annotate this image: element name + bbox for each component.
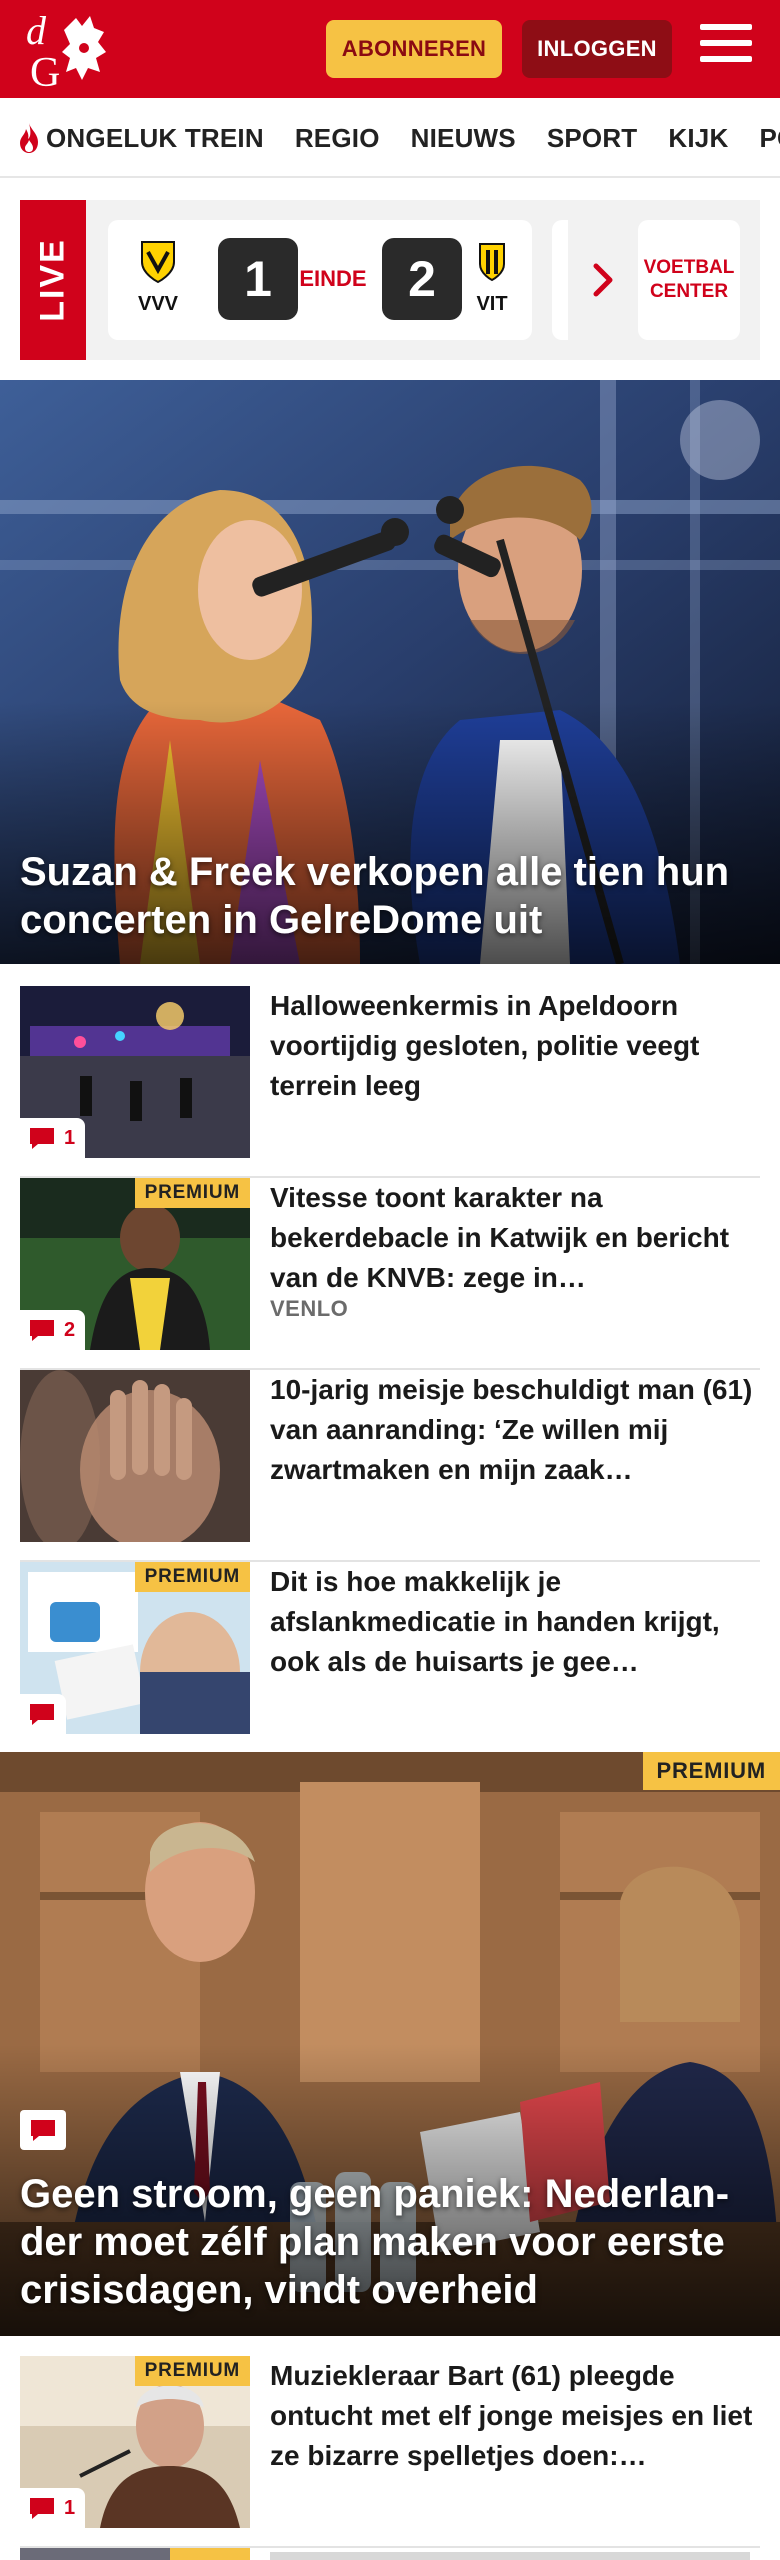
away-score: 2 [382,238,462,320]
menu-icon[interactable] [700,24,752,70]
premium-badge: PREMIUM [134,1178,250,1208]
article-thumbnail: PREMIUM [20,1562,250,1734]
live-score-bar: LIVE VVV 1 EINDE 2 VIT VOETBAL CENTER [20,200,760,360]
premium-badge: PREMIUM [134,2356,250,2386]
premium-badge: PREMIUM [134,1562,250,1592]
chevron-right-icon[interactable] [590,252,618,308]
svg-text:d: d [26,8,47,53]
away-team: VIT [462,240,522,316]
article-title[interactable]: Dit is hoe makkelijk je afslankmedicatie… [270,1562,760,1682]
article-tag[interactable]: VENLO [270,1296,348,1322]
subscribe-button[interactable]: ABONNEREN [326,20,502,78]
away-team-abbr: VIT [476,293,508,315]
vvv-crest-icon [141,241,175,284]
feature-article[interactable]: PREMIUM Geen stroom, geen paniek: Nederl… [0,1752,780,2336]
comment-icon [31,2120,55,2141]
article-title[interactable]: Halloweenkermis in Apeldoorn voortijdig … [270,986,760,1106]
section-nav: ONGELUK TREIN REGIO NIEUWS SPORT KIJK PO… [0,98,780,178]
comment-icon [30,1128,54,1149]
next-match-card[interactable] [552,220,568,340]
nav-item-regio[interactable]: REGIO [295,123,380,154]
login-button[interactable]: INLOGGEN [522,20,672,78]
nav-label: ONGELUK TREIN [46,122,264,153]
list-item[interactable]: 10-jarig meisje beschuldigt man (61) van… [20,1370,760,1562]
list-item[interactable]: PREMIUM 2 Vitesse toont karakter na beke… [20,1178,760,1370]
svg-text:G: G [30,50,60,90]
list-item[interactable]: PREMIUM 1 Muziekleraar Bart (61) pleegde… [20,2356,760,2548]
live-badge: LIVE [20,200,86,360]
feature-title[interactable]: Geen stroom, geen paniek: Nederlan­der m… [20,2170,760,2314]
comment-icon [30,1320,54,1341]
article-thumbnail [20,1370,250,1542]
home-team: VVV [128,240,188,316]
comment-icon [30,1704,54,1725]
voetbal-center-link[interactable]: VOETBAL CENTER [638,220,740,340]
article-thumbnail: 1 [20,986,250,1158]
home-team-abbr: VVV [137,293,179,315]
dg-logo[interactable]: d G [24,8,114,90]
vitesse-crest-icon [479,243,505,282]
nav-item-sport[interactable]: SPORT [547,123,638,154]
article-title[interactable]: Vitesse toont karakter na bekerdebacle i… [270,1178,760,1298]
article-thumbnail: PREMIUM 2 [20,1178,250,1350]
hero-article[interactable]: Suzan & Freek verkopen alle tien hun con… [0,380,780,964]
article-title[interactable]: Muziekleraar Bart (61) pleegde ontucht m… [270,2356,760,2476]
flame-icon [20,123,38,153]
home-score: 1 [218,238,298,320]
list-item[interactable]: 1 Halloweenkermis in Apeldoorn voortijdi… [20,986,760,1178]
nav-item-kijk[interactable]: KIJK [668,123,728,154]
comment-icon [30,2498,54,2519]
list-item[interactable]: PREMIUM Dit is hoe makkelijk je afslankm… [20,1562,760,1754]
top-header: d G ABONNEREN INLOGGEN [0,0,780,98]
comment-button[interactable] [20,2110,66,2150]
match-card[interactable]: VVV 1 EINDE 2 VIT [108,220,532,340]
comment-count[interactable]: 1 [20,2488,86,2528]
comment-count[interactable]: 2 [20,1310,86,1350]
hero-title[interactable]: Suzan & Freek verkopen alle tien hun con… [20,848,760,944]
premium-badge: PREMIUM [642,1752,780,1790]
nav-item-nieuws[interactable]: NIEUWS [411,123,516,154]
match-status: EINDE [299,266,367,291]
article-title[interactable]: 10-jarig meisje beschuldigt man (61) van… [270,1370,760,1490]
next-list-item-peek [20,2548,760,2560]
comment-count[interactable]: 1 [20,1118,86,1158]
nav-item-podcast[interactable]: PODCAST [759,123,780,154]
nav-item-ongeluk-trein[interactable]: ONGELUK TREIN [16,122,264,154]
article-thumbnail: PREMIUM 1 [20,2356,250,2528]
comment-button[interactable] [20,1694,66,1734]
